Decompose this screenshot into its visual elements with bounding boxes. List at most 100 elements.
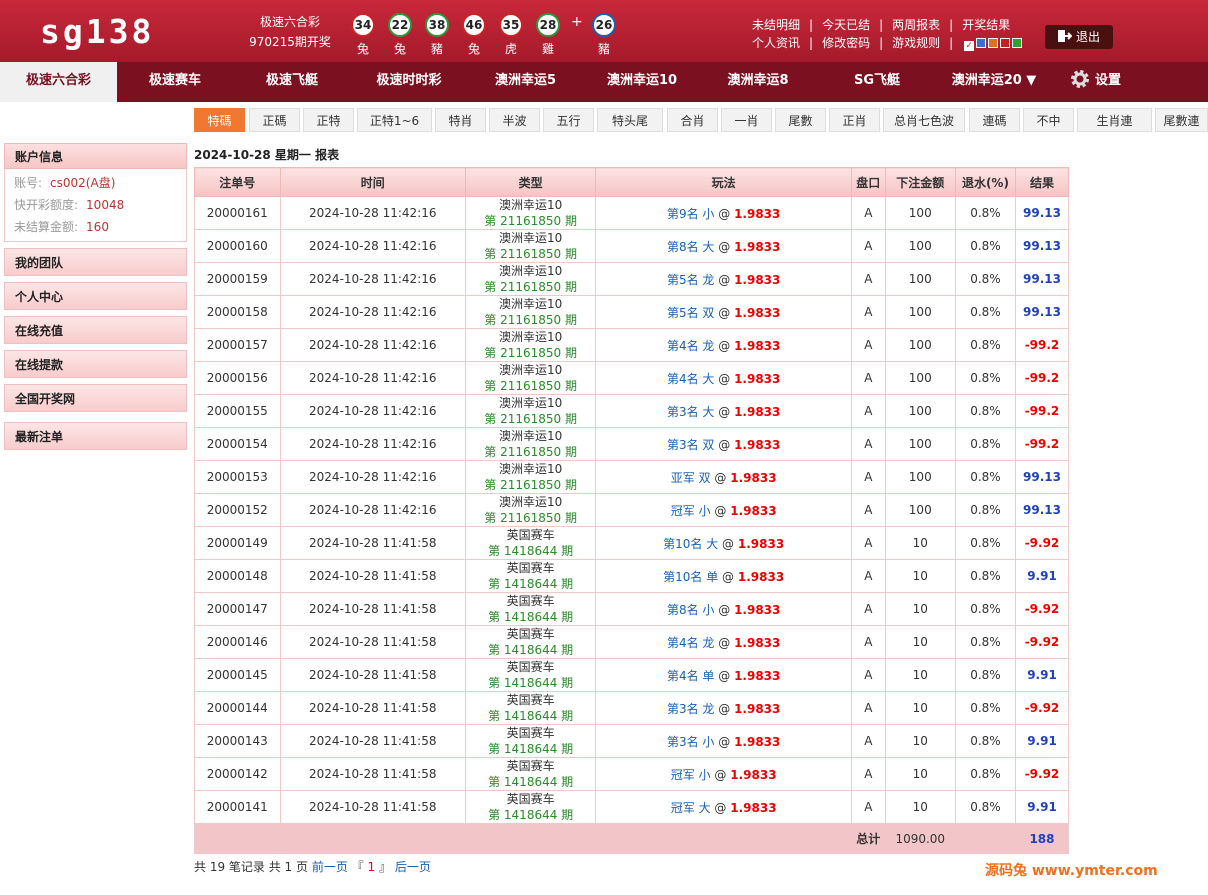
nav-item-4[interactable]: 澳洲幸运5: [467, 62, 584, 102]
subnav-tab-12[interactable]: 总肖七色波: [883, 108, 965, 132]
lottery-period: 第 21161850 期: [484, 214, 577, 228]
sidebar-item-3[interactable]: 在线提款: [4, 350, 187, 378]
bet-play: 第4名 单 @ 1.9833: [595, 658, 852, 692]
lottery-type: 澳洲幸运10: [499, 231, 563, 245]
play-name: 第4名 龙: [666, 338, 715, 353]
column-header: 结果: [1014, 167, 1070, 197]
bet-type: 澳洲幸运10 第 21161850 期: [464, 493, 597, 527]
bet-result: 99.13: [1014, 460, 1070, 494]
subnav-tab-10[interactable]: 尾數: [775, 108, 826, 132]
bet-type: 澳洲幸运10 第 21161850 期: [464, 460, 597, 494]
bet-time: 2024-10-28 11:42:16: [279, 493, 466, 527]
bet-rebate: 0.8%: [954, 625, 1016, 659]
lottery-period: 第 21161850 期: [484, 511, 577, 525]
current-page[interactable]: 1: [368, 860, 376, 874]
table-row: 20000154 2024-10-28 11:42:16 澳洲幸运10 第 21161…: [194, 427, 1070, 461]
link-change-password[interactable]: 修改密码: [822, 36, 870, 50]
bet-rebate: 0.8%: [954, 559, 1016, 593]
nav-item-3[interactable]: 极速时时彩: [351, 62, 467, 102]
result-ball: 46: [462, 13, 486, 37]
sidebar-item-5[interactable]: 最新注单: [4, 422, 187, 450]
theme-color-red[interactable]: [1000, 37, 1011, 48]
bet-play: 第3名 小 @ 1.9833: [595, 724, 852, 758]
subnav-tab-2[interactable]: 正特: [303, 108, 354, 132]
lottery-type: 澳洲幸运10: [499, 363, 563, 377]
nav-item-6[interactable]: 澳洲幸运8: [700, 62, 816, 102]
bet-pan: A: [851, 592, 886, 626]
play-name: 第9名 小: [666, 206, 715, 221]
theme-color-orange[interactable]: [988, 37, 999, 48]
bet-play: 亚军 双 @ 1.9833: [595, 460, 852, 494]
table-row: 20000141 2024-10-28 11:41:58 英国赛车第 1418644…: [194, 790, 1070, 824]
theme-check-icon[interactable]: ✓: [964, 40, 975, 51]
total-amount: 1090.00: [884, 823, 956, 854]
bet-time: 2024-10-28 11:41:58: [279, 625, 466, 659]
bet-time: 2024-10-28 11:41:58: [279, 691, 466, 725]
link-unsettled[interactable]: 未结明细: [752, 18, 800, 32]
nav-item-8[interactable]: 澳洲幸运20 ▼: [938, 62, 1050, 102]
bet-amount: 100: [884, 460, 956, 494]
at-sign: @: [718, 635, 731, 650]
sidebar-item-0[interactable]: 我的团队: [4, 248, 187, 276]
nav-item-1[interactable]: 极速赛车: [117, 62, 233, 102]
lottery-type: 英国赛车: [506, 528, 555, 542]
odds: 1.9833: [734, 668, 781, 683]
subnav-tab-6[interactable]: 五行: [543, 108, 594, 132]
subnav-tab-11[interactable]: 正肖: [829, 108, 880, 132]
nav-item-7[interactable]: SG飞艇: [816, 62, 938, 102]
bet-id: 20000157: [194, 328, 281, 362]
logout-button[interactable]: 退出: [1045, 25, 1113, 49]
next-page-link[interactable]: 后一页: [395, 860, 431, 874]
nav-item-2[interactable]: 极速飞艇: [233, 62, 351, 102]
table-row: 20000146 2024-10-28 11:41:58 英国赛车第 1418644…: [194, 625, 1070, 659]
odds: 1.9833: [734, 272, 781, 287]
unsettled-row: 未结算金额: 160: [14, 220, 109, 234]
link-two-week-report[interactable]: 两周报表: [892, 18, 940, 32]
subnav-tab-4[interactable]: 特肖: [435, 108, 486, 132]
sidebar-item-1[interactable]: 个人中心: [4, 282, 187, 310]
nav-item-9[interactable]: 设置: [1050, 62, 1140, 102]
bet-play: 第3名 龙 @ 1.9833: [595, 691, 852, 725]
nav-item-5[interactable]: 澳洲幸运10: [584, 62, 700, 102]
at-sign: @: [718, 437, 731, 452]
subnav-tab-7[interactable]: 特头尾: [597, 108, 663, 132]
bet-result: 99.13: [1014, 229, 1070, 263]
subnav-tab-16[interactable]: 尾數連: [1155, 108, 1208, 132]
subnav-tab-1[interactable]: 正碼: [249, 108, 300, 132]
bet-pan: A: [851, 493, 886, 527]
at-sign: @: [714, 503, 727, 518]
subnav-tab-9[interactable]: 一肖: [721, 108, 772, 132]
lottery-period: 第 21161850 期: [484, 313, 577, 327]
link-game-rules[interactable]: 游戏规则: [892, 36, 940, 50]
play-name: 第5名 双: [666, 305, 715, 320]
subnav-tab-8[interactable]: 合肖: [667, 108, 718, 132]
prev-page-link[interactable]: 前一页: [312, 860, 348, 874]
link-personal-info[interactable]: 个人资讯: [752, 36, 800, 50]
nav-item-0[interactable]: 极速六合彩: [0, 62, 117, 102]
sidebar-item-4[interactable]: 全国开奖网: [4, 384, 187, 412]
account-row: 账号: cs002(A盘): [14, 176, 116, 190]
bet-amount: 100: [884, 262, 956, 296]
lottery-type: 澳洲幸运10: [499, 495, 563, 509]
bet-play: 第3名 大 @ 1.9833: [595, 394, 852, 428]
odds: 1.9833: [734, 734, 781, 749]
odds: 1.9833: [734, 404, 781, 419]
bet-type: 澳洲幸运10 第 21161850 期: [464, 328, 597, 362]
subnav-tab-5[interactable]: 半波: [489, 108, 540, 132]
account-info-title[interactable]: 账户信息: [4, 143, 187, 169]
subnav-tab-14[interactable]: 不中: [1023, 108, 1074, 132]
subnav-tab-0[interactable]: 特碼: [194, 108, 245, 132]
sidebar-item-2[interactable]: 在线充值: [4, 316, 187, 344]
link-draw-results[interactable]: 开奖结果: [962, 18, 1010, 32]
theme-color-green[interactable]: [1012, 37, 1023, 48]
bet-pan: A: [851, 229, 886, 263]
credit-row: 快开彩额度: 10048: [14, 198, 125, 212]
link-today-settled[interactable]: 今天已结: [822, 18, 870, 32]
bet-pan: A: [851, 427, 886, 461]
subnav-tab-3[interactable]: 正特1~6: [357, 108, 432, 132]
theme-color-blue[interactable]: [976, 37, 987, 48]
subnav-tab-15[interactable]: 生肖連: [1077, 108, 1152, 132]
play-name: 第4名 大: [666, 371, 715, 386]
subnav-tab-13[interactable]: 連碼: [969, 108, 1020, 132]
main-content: 2024-10-28 星期一 报表 注单号 时间 类型 玩法 盘口 下注金额 退水(%) 结果…: [194, 143, 1070, 875]
